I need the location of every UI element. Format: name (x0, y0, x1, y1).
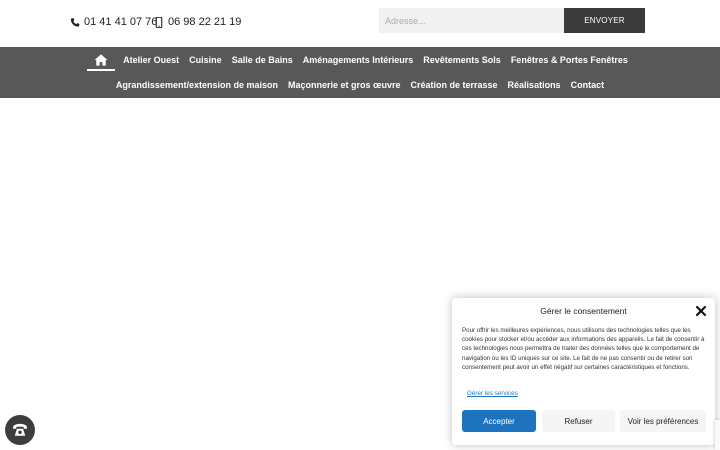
landline-phone-link[interactable]: 01 41 41 07 76 (70, 16, 157, 28)
nav-item-maconnerie[interactable]: Maçonnerie et gros œuvre (283, 80, 406, 90)
nav-item-contact[interactable]: Contact (566, 80, 610, 90)
close-icon[interactable] (695, 305, 707, 317)
nav-item-creation-terrasse[interactable]: Création de terrasse (406, 80, 503, 90)
nav-row-primary: Atelier Ouest Cuisine Salle de Bains Amé… (0, 47, 720, 72)
telephone-icon (13, 423, 27, 436)
nav-item-amenagements-interieurs[interactable]: Aménagements Intérieurs (298, 55, 419, 65)
recaptcha-badge[interactable] (715, 420, 720, 450)
phone-icon (70, 17, 80, 27)
mobile-number: 06 98 22 21 19 (168, 16, 242, 28)
mobile-phone-link[interactable]: 06 98 22 21 19 (154, 16, 241, 28)
view-preferences-button[interactable]: Voir les préférences (620, 410, 706, 432)
landline-number: 01 41 41 07 76 (84, 16, 158, 28)
nav-item-cuisine[interactable]: Cuisine (184, 55, 227, 65)
nav-item-fenetres-portes[interactable]: Fenêtres & Portes Fenêtres (506, 55, 633, 65)
manage-services-link[interactable]: Gérer les services (467, 390, 518, 397)
nav-home[interactable] (87, 50, 116, 71)
active-underline (87, 68, 116, 71)
nav-item-realisations[interactable]: Réalisations (503, 80, 566, 90)
send-button[interactable]: ENVOYER (564, 8, 645, 33)
nav-item-agrandissement[interactable]: Agrandissement/extension de maison (111, 80, 283, 90)
nav-item-atelier-ouest[interactable]: Atelier Ouest (118, 55, 184, 65)
address-input[interactable] (379, 8, 564, 33)
mobile-phone-icon (155, 16, 163, 28)
home-icon (94, 53, 108, 66)
top-bar: 01 41 41 07 76 06 98 22 21 19 ENVOYER (0, 0, 720, 47)
floating-call-button[interactable] (5, 415, 35, 445)
accept-button[interactable]: Accepter (462, 410, 536, 432)
nav-row-secondary: Agrandissement/extension de maison Maçon… (0, 72, 720, 97)
cookie-consent-dialog: Gérer le consentement Pour offrir les me… (452, 298, 715, 445)
main-navigation: Atelier Ouest Cuisine Salle de Bains Amé… (0, 47, 720, 98)
cookie-description: Pour offrir les meilleures expériences, … (462, 327, 705, 371)
refuse-button[interactable]: Refuser (542, 410, 615, 432)
nav-item-salle-de-bains[interactable]: Salle de Bains (227, 55, 298, 65)
cookie-title: Gérer le consentement (540, 306, 627, 316)
nav-item-revetements-sols[interactable]: Revêtements Sols (418, 55, 506, 65)
